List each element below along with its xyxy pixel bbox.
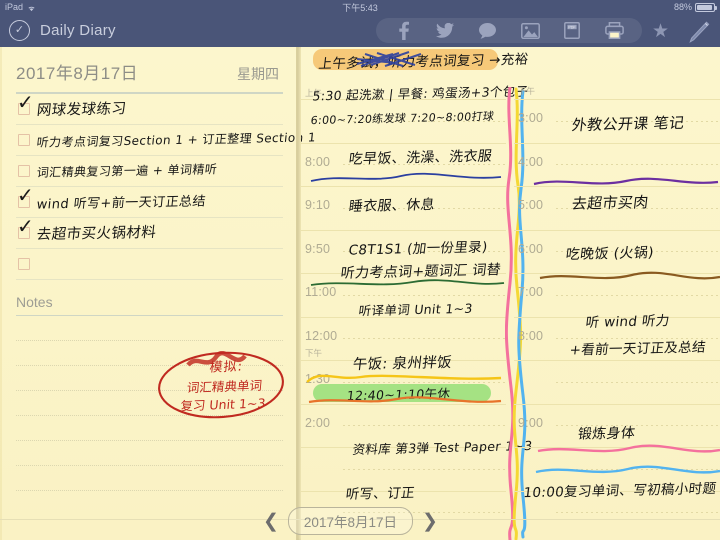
todo-label: wind 听写+前一天订正总结 <box>35 194 207 213</box>
date-header-row: 2017年8月17日 星期四 <box>16 59 283 84</box>
message-icon[interactable] <box>475 20 501 42</box>
time-label: 12:00 <box>305 328 338 343</box>
current-date-pill[interactable]: 2017年8月17日 <box>287 507 413 535</box>
planner-grid: 上午 8:00 9:10 9:50 11:00 12:00 1:30 2:00 … <box>301 47 720 540</box>
status-bar-right: 88% <box>673 2 717 12</box>
chevron-right-icon[interactable]: ❯ <box>422 512 438 531</box>
date-navigator: ❮ 2017年8月17日 ❯ <box>263 507 438 535</box>
scribble-out-mark <box>356 51 422 67</box>
time-label: 8:00 <box>305 154 331 169</box>
time-label: 3:00 <box>518 111 544 125</box>
checkbox-icon[interactable]: ✓ <box>17 214 34 239</box>
time-label: 5:00 <box>518 198 544 212</box>
chevron-left-icon[interactable]: ❮ <box>263 512 279 531</box>
planner-entry: 12:40~1:10午休 <box>345 385 452 404</box>
checkbox-icon[interactable] <box>18 257 30 270</box>
note-line[interactable] <box>16 316 283 341</box>
check-mark-icon: ✓ <box>17 89 34 114</box>
checkbox-icon[interactable] <box>18 164 30 177</box>
planner-entry: 吃晚饭 (火锅) <box>564 245 655 263</box>
time-label: 11:00 <box>305 285 337 299</box>
pm-tag-top: 下午 <box>518 86 536 96</box>
todo-item[interactable]: ✓ 去超市买火锅材料 <box>16 214 283 249</box>
planner-entry: 吃早饭、洗澡、洗衣服 <box>347 148 494 168</box>
share-button-group: PDF <box>376 18 642 43</box>
time-slot[interactable]: 4:00 <box>514 142 720 187</box>
time-slot[interactable] <box>514 360 720 404</box>
notes-annotation: 模拟: 词汇精典单词 复习 Unit 1~3 <box>155 349 287 422</box>
todo-label: 词汇精典复习第一遍 + 单词精听 <box>36 162 218 180</box>
status-bar-time: 下午5:43 <box>342 2 378 13</box>
diary-page: 2017年8月17日 星期四 ✓ 网球发球练习 听力考点词复习Section 1… <box>0 47 720 540</box>
time-label: 9:10 <box>305 198 331 212</box>
photo-icon[interactable] <box>517 20 543 42</box>
planner-entry: 外教公开课 笔记 <box>570 113 686 135</box>
time-label: 6:00 <box>518 241 544 256</box>
planner-entry: 午饭: 泉州拌饭 <box>351 354 453 374</box>
todo-label: 听力考点词复习Section 1 + 订正整理 Section 1 <box>35 130 317 150</box>
time-label: 8:00 <box>518 328 544 343</box>
facebook-icon[interactable] <box>390 20 416 42</box>
todo-item[interactable]: ✓ wind 听写+前一天订正总结 <box>16 183 283 218</box>
pm-tag: 下午 <box>305 348 323 358</box>
notes-label: Notes <box>16 293 53 310</box>
planner-column-am: 上午 8:00 9:10 9:50 11:00 12:00 1:30 2:00 … <box>301 47 533 540</box>
pdf-icon[interactable]: PDF <box>559 20 585 42</box>
todo-item[interactable]: 听力考点词复习Section 1 + 订正整理 Section 1 <box>16 125 317 156</box>
svg-text:PDF: PDF <box>569 26 577 30</box>
planner-entry: 锻炼身体 <box>576 425 637 443</box>
checkmark-circle-icon[interactable]: ✓ <box>9 20 30 41</box>
planner-entry: 听 wind 听力 <box>584 313 671 331</box>
app-title: Daily Diary <box>40 22 116 39</box>
note-line[interactable] <box>16 466 283 491</box>
time-label: 9:50 <box>305 241 331 256</box>
planner-column-pm: 下午 3:00 4:00 5:00 6:00 7:00 8:00 9:00 外教… <box>514 47 720 540</box>
planner-entry: C8T1S1 (加一份里录) <box>347 239 489 259</box>
planner-entry: 听译单词 Unit 1~3 <box>357 300 474 319</box>
time-label: 7:00 <box>518 285 544 299</box>
print-icon[interactable] <box>602 20 628 42</box>
todo-label: 去超市买火锅材料 <box>35 224 158 244</box>
todo-item[interactable] <box>16 249 283 280</box>
check-mark-icon: ✓ <box>17 213 34 238</box>
status-bar: iPad 下午5:43 88% <box>0 0 720 14</box>
time-label: 9:00 <box>518 415 544 430</box>
check-mark-icon: ✓ <box>17 182 34 207</box>
planner-entry: +看前一天订正及总结 <box>568 339 707 359</box>
note-line[interactable] <box>16 441 283 466</box>
todo-item[interactable]: ✓ 网球发球练习 <box>16 90 283 125</box>
planner-entry: 去超市买肉 <box>570 193 650 213</box>
battery-icon <box>695 2 717 12</box>
time-label: 4:00 <box>518 154 544 169</box>
star-icon[interactable]: ★ <box>652 22 669 41</box>
todo-item[interactable]: 词汇精典复习第一遍 + 单词精听 <box>16 156 283 187</box>
checklist-panel: 2017年8月17日 星期四 ✓ 网球发球练习 听力考点词复习Section 1… <box>0 47 317 540</box>
annotation-line-3: 复习 Unit 1~3 <box>179 395 267 414</box>
planner-entry: 睡衣服、休息 <box>347 197 436 215</box>
twitter-icon[interactable] <box>432 20 458 42</box>
todo-label: 网球发球练习 <box>35 101 128 119</box>
footer-bar: ❮ 2017年8月17日 ❯ <box>0 505 720 540</box>
todo-list: ✓ 网球发球练习 听力考点词复习Section 1 + 订正整理 Section… <box>16 90 317 280</box>
time-label: 2:00 <box>305 415 331 430</box>
battery-percent: 88% <box>673 2 692 12</box>
checkbox-icon[interactable] <box>18 133 30 146</box>
planner-entry: 听写、订正 <box>344 485 416 503</box>
pencil-icon[interactable] <box>686 21 710 43</box>
planner-entry: 听力考点词+题词汇 词替 <box>339 262 502 282</box>
page-date: 2017年8月17日 <box>16 64 139 83</box>
checkbox-icon[interactable]: ✓ <box>17 183 34 208</box>
checkbox-icon[interactable]: ✓ <box>17 90 34 115</box>
page-weekday: 星期四 <box>237 66 279 82</box>
app-toolbar: ✓ Daily Diary PDF ★ <box>0 14 720 47</box>
